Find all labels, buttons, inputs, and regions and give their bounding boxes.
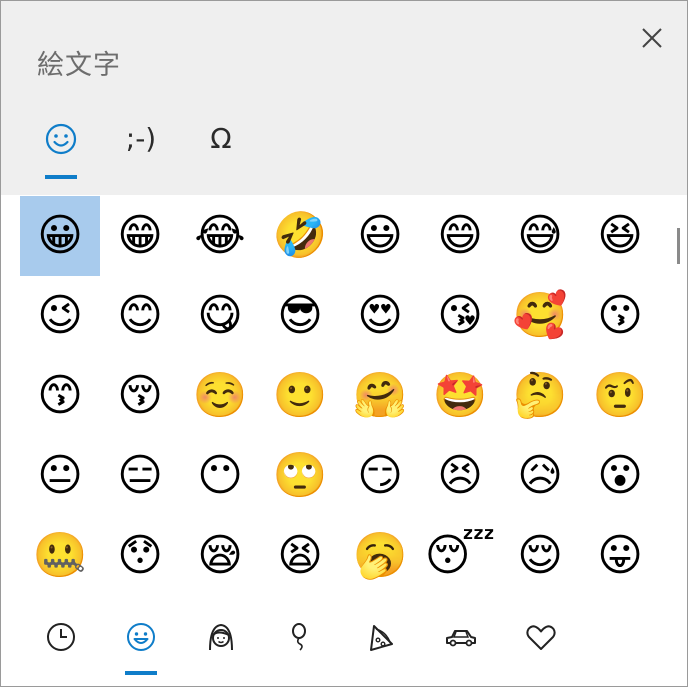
emoji-cell[interactable]: 😯: [100, 516, 180, 596]
close-icon: [642, 28, 662, 48]
emoji-cell[interactable]: 🙄: [260, 436, 340, 516]
emoji-cell[interactable]: 😘: [420, 276, 500, 356]
emoji-cell[interactable]: 😌: [500, 516, 580, 596]
smiley-icon: [45, 123, 77, 155]
panel-header: 絵文字 ;-) Ω: [1, 1, 687, 195]
emoji-cell[interactable]: 😙: [20, 356, 100, 436]
category-underline: [125, 671, 157, 675]
emoji-cell[interactable]: 😏: [340, 436, 420, 516]
category-bar: [1, 599, 687, 685]
emoji-cell[interactable]: 🥰: [500, 276, 580, 356]
emoji-cell[interactable]: 😉: [20, 276, 100, 356]
emoji-cell[interactable]: 🤔: [500, 356, 580, 436]
scrollbar-thumb[interactable]: [677, 228, 680, 264]
emoji-cell[interactable]: 😎: [260, 276, 340, 356]
emoji-cell[interactable]: 😶: [180, 436, 260, 516]
emoji-cell[interactable]: 😫: [260, 516, 340, 596]
emoji-cell[interactable]: 😊: [100, 276, 180, 356]
emoji-cell[interactable]: 😆: [580, 196, 660, 276]
emoji-cell[interactable]: 😛: [580, 516, 660, 596]
category-recent[interactable]: [31, 607, 91, 667]
heart-icon: [526, 625, 556, 650]
smiley-icon: [127, 623, 155, 651]
category-food[interactable]: [351, 607, 411, 667]
tab-underline: [45, 175, 77, 179]
tab-kaomoji[interactable]: ;-): [111, 111, 171, 175]
category-smileys[interactable]: [111, 607, 171, 675]
emoji-panel: 絵文字 ;-) Ω 😀 😁 😂 🤣 😃 😄 😅 😆 😉 😊 😋 😎 😍 😘 🥰 …: [0, 0, 688, 687]
category-people[interactable]: [191, 607, 251, 667]
emoji-cell[interactable]: 😚: [100, 356, 180, 436]
category-symbols[interactable]: [511, 607, 571, 667]
emoji-grid: 😀 😁 😂 🤣 😃 😄 😅 😆 😉 😊 😋 😎 😍 😘 🥰 😗 😙 😚 ☺️ 🙂 🤗 🤩 🤔 🤨 😐 😑 😶 🙄 😏 😣 😥 😮 🤐 😯 😪 😫 🥱 😴 😌…: [20, 196, 660, 596]
emoji-cell[interactable]: 😪: [180, 516, 260, 596]
emoji-cell[interactable]: 🤐: [20, 516, 100, 596]
tab-emoji[interactable]: [31, 111, 91, 179]
emoji-cell[interactable]: 🙂: [260, 356, 340, 436]
emoji-cell[interactable]: 😣: [420, 436, 500, 516]
category-travel[interactable]: [431, 607, 491, 667]
emoji-cell[interactable]: 😃: [340, 196, 420, 276]
tab-symbols[interactable]: Ω: [191, 111, 251, 175]
tab-symbols-label: Ω: [210, 122, 232, 155]
emoji-cell[interactable]: 😐: [20, 436, 100, 516]
panel-title: 絵文字: [37, 50, 121, 81]
emoji-cell[interactable]: 😍: [340, 276, 420, 356]
car-icon: [446, 630, 476, 647]
emoji-cell[interactable]: 😂: [180, 196, 260, 276]
emoji-cell[interactable]: 😄: [420, 196, 500, 276]
pizza-icon: [370, 625, 393, 651]
person-icon: [209, 623, 233, 651]
emoji-cell[interactable]: ☺️: [180, 356, 260, 436]
balloon-icon: [292, 623, 306, 651]
category-celebration[interactable]: [271, 607, 331, 667]
close-button[interactable]: [635, 21, 669, 55]
emoji-cell[interactable]: 😁: [100, 196, 180, 276]
emoji-cell[interactable]: 😋: [180, 276, 260, 356]
emoji-cell[interactable]: 🤨: [580, 356, 660, 436]
emoji-cell[interactable]: 🤩: [420, 356, 500, 436]
emoji-cell[interactable]: 🤗: [340, 356, 420, 436]
emoji-cell[interactable]: 🤣: [260, 196, 340, 276]
tab-kaomoji-label: ;-): [125, 122, 157, 155]
emoji-cell[interactable]: 😑: [100, 436, 180, 516]
emoji-cell[interactable]: 😴: [420, 516, 500, 596]
emoji-cell[interactable]: 😥: [500, 436, 580, 516]
emoji-cell[interactable]: 😗: [580, 276, 660, 356]
clock-icon: [47, 623, 75, 651]
emoji-cell[interactable]: 😀: [20, 196, 100, 276]
emoji-cell[interactable]: 😅: [500, 196, 580, 276]
emoji-cell[interactable]: 😮: [580, 436, 660, 516]
panel-tabs: ;-) Ω: [1, 111, 687, 183]
emoji-cell[interactable]: 🥱: [340, 516, 420, 596]
